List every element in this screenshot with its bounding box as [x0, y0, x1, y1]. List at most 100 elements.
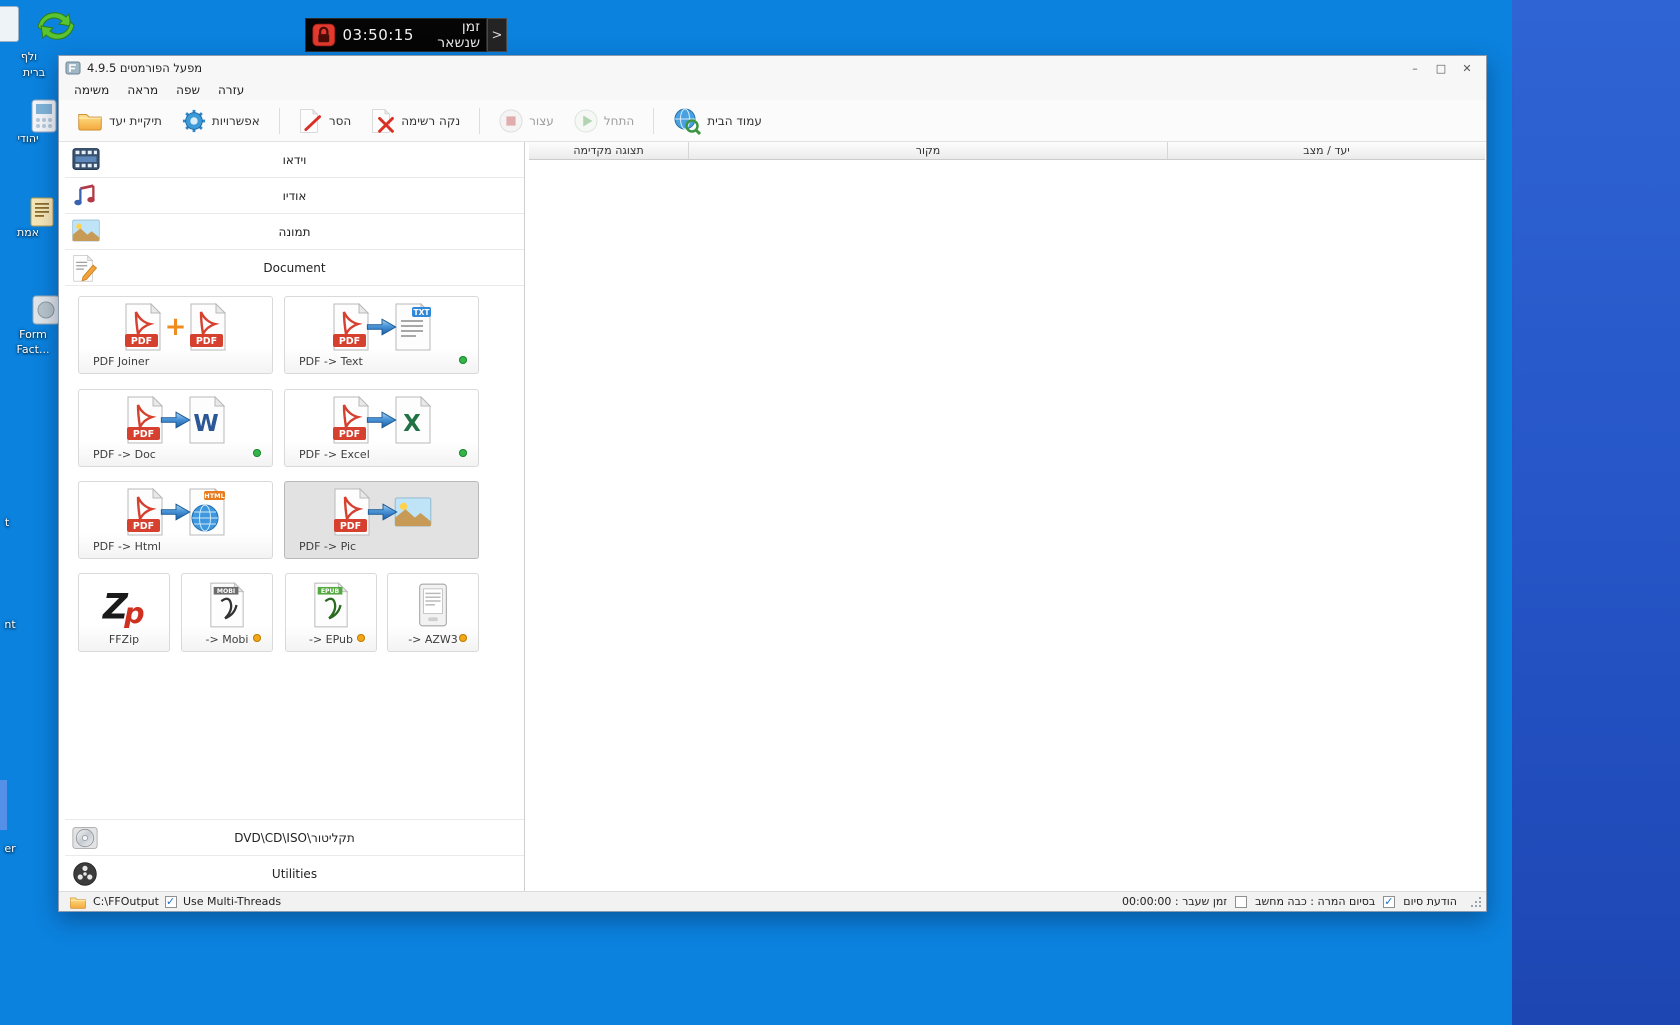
close-button[interactable]: ✕ [1454, 58, 1480, 78]
shutdown-after-checkbox[interactable] [1235, 895, 1248, 908]
stop-button[interactable]: עצור [489, 104, 564, 138]
tile-label: FFZip [108, 633, 140, 646]
tile-label: PDF -> Text [299, 355, 363, 368]
plus-icon: + [164, 311, 187, 342]
picture-icon [394, 497, 432, 527]
category-video[interactable]: וידאו [65, 142, 524, 178]
excel-file-icon [393, 396, 433, 444]
clear-list-button[interactable]: נקה רשימה [361, 103, 470, 139]
tile-pdf-joiner[interactable]: + PDF Joiner [78, 296, 273, 374]
word-file-icon [187, 396, 227, 444]
remove-label: הסר [328, 113, 352, 128]
bottom-categories: תקליטור\DVD\CD\ISO Utilities [65, 819, 524, 891]
timer-remaining-label: זמן שנשאר [437, 19, 480, 51]
desktop-label-fragment[interactable]: er [0, 842, 20, 855]
task-list: תצוגה מקדימה מקור יעד / מצב [529, 142, 1485, 891]
statusbar-right: זמן שעבר : 00:00:00 בסיום המרה : כבה מחש… [1122, 895, 1482, 908]
tile-ffzip[interactable]: FFZip [78, 573, 170, 652]
desktop-label-fragment[interactable]: nt [0, 618, 20, 631]
remove-item-icon [299, 108, 323, 134]
stop-icon [499, 109, 523, 133]
pdf-file-icon [331, 303, 371, 351]
menu-task[interactable]: משימה [65, 82, 118, 98]
zip-logo-icon [101, 582, 147, 628]
scroll-shortcut-icon[interactable] [24, 194, 60, 230]
options-button[interactable]: אפשרויות [172, 104, 270, 138]
tile-pdf-to-html[interactable]: PDF -> Html [78, 481, 273, 559]
desktop-label[interactable]: ולף [0, 50, 64, 63]
output-path[interactable]: C:\FFOutput [93, 895, 159, 908]
category-document[interactable]: Document [65, 250, 524, 286]
status-ready-dot [253, 449, 261, 457]
start-label: התחל [603, 113, 635, 128]
status-partial-dot [459, 634, 467, 642]
category-label: תמונה [278, 224, 311, 239]
menu-help[interactable]: עזרה [209, 82, 253, 98]
stop-label: עצור [529, 113, 554, 128]
options-label: אפשרויות [211, 113, 260, 128]
toolbar-separator [653, 107, 655, 134]
html-globe-icon [187, 488, 227, 536]
ereader-icon [414, 582, 452, 628]
tile-label: PDF -> Doc [93, 448, 156, 461]
multithreads-checkbox[interactable] [164, 895, 177, 908]
tile-to-epub[interactable]: -> EPub [285, 573, 377, 652]
column-preview[interactable]: תצוגה מקדימה [529, 142, 689, 159]
task-list-header: תצוגה מקדימה מקור יעד / מצב [529, 142, 1485, 160]
device-shortcut-icon[interactable] [26, 98, 62, 134]
tile-to-azw3[interactable]: -> AZW3 [387, 573, 479, 652]
category-utilities[interactable]: Utilities [65, 855, 524, 891]
category-panel: וידאו אודיו תמונה Document + PDF Joiner … [65, 142, 525, 891]
tile-pdf-to-text[interactable]: PDF -> Text [284, 296, 479, 374]
output-folder-icon [69, 895, 87, 909]
category-label: Document [263, 260, 326, 275]
desktop-icon-partial[interactable] [0, 6, 19, 42]
target-folder-button[interactable]: תיקיית יעד [67, 105, 172, 136]
remove-button[interactable]: הסר [289, 103, 361, 139]
shutdown-after-label: בסיום המרה : כבה מחשב [1255, 895, 1376, 908]
category-rom-dvd-cd-iso[interactable]: תקליטור\DVD\CD\ISO [65, 819, 524, 855]
window-title: מפעל הפורמטים 4.9.5 [87, 61, 203, 75]
arrow-right-icon [367, 501, 399, 523]
category-label: וידאו [282, 152, 307, 167]
timer-lock-icon [312, 22, 336, 48]
tile-pdf-to-doc[interactable]: PDF -> Doc [78, 389, 273, 467]
tile-pdf-to-pic[interactable]: PDF -> Pic [284, 481, 479, 559]
desktop-icon-partial[interactable] [0, 780, 7, 830]
tile-pdf-to-excel[interactable]: PDF -> Excel [284, 389, 479, 467]
arrow-right-icon [366, 316, 398, 338]
finish-notice-checkbox[interactable] [1383, 895, 1396, 908]
menu-language[interactable]: שפה [167, 82, 209, 98]
folder-icon [77, 110, 103, 131]
resize-grip[interactable] [1469, 895, 1482, 908]
target-folder-label: תיקיית יעד [109, 113, 162, 128]
menubar: משימה מראה שפה עזרה [59, 80, 1486, 100]
shutdown-timer-widget[interactable]: 03:50:15 זמן שנשאר [305, 18, 487, 52]
pdf-file-icon [188, 303, 228, 351]
task-list-body[interactable] [529, 160, 1485, 891]
clear-list-label: נקה רשימה [401, 113, 461, 128]
menu-view[interactable]: מראה [118, 82, 167, 98]
column-target-status[interactable]: יעד / מצב [1168, 142, 1485, 159]
multithreads-label: Use Multi-Threads [182, 895, 282, 908]
column-source[interactable]: מקור [689, 142, 1168, 159]
desktop-label-fragment[interactable]: t [0, 516, 14, 529]
minimize-button[interactable]: – [1402, 58, 1428, 78]
timer-expand-button[interactable]: > [487, 18, 507, 52]
category-label: תקליטור\DVD\CD\ISO [234, 830, 355, 845]
maximize-button[interactable]: □ [1428, 58, 1454, 78]
category-label: Utilities [271, 866, 318, 881]
tile-label: PDF -> Html [93, 540, 161, 553]
start-button[interactable]: התחל [564, 104, 644, 138]
category-picture[interactable]: תמונה [65, 214, 524, 250]
elapsed-time-label: זמן שעבר : 00:00:00 [1121, 895, 1228, 908]
titlebar[interactable]: מפעל הפורמטים 4.9.5 – □ ✕ [59, 56, 1486, 80]
timer-remaining-value: 03:50:15 [342, 26, 414, 44]
clear-list-icon [371, 108, 395, 134]
sync-shortcut-icon[interactable] [36, 6, 76, 46]
statusbar-left: C:\FFOutput Use Multi-Threads [69, 895, 281, 909]
desktop: ולף ברית יהודי אמת Form Fact... t nt er … [0, 0, 1680, 1025]
tile-to-mobi[interactable]: -> Mobi [181, 573, 273, 652]
category-audio[interactable]: אודיו [65, 178, 524, 214]
home-page-button[interactable]: עמוד הבית [663, 102, 772, 140]
